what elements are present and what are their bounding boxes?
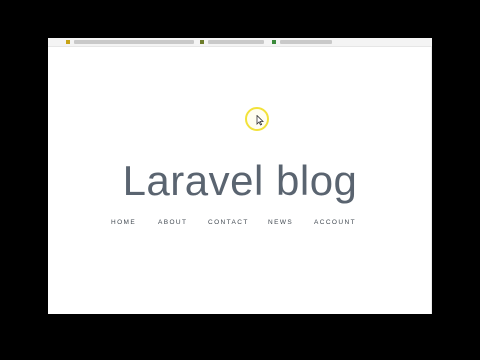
nav-contact-link[interactable]: CONTACT <box>208 217 249 229</box>
nav-account-link[interactable]: ACCOUNT <box>314 217 356 229</box>
site-title: Laravel blog <box>122 157 358 204</box>
bookmark-icon[interactable] <box>66 40 70 44</box>
bookmark-item[interactable] <box>74 40 194 44</box>
mouse-pointer-icon <box>256 115 264 126</box>
bookmark-icon[interactable] <box>272 40 276 44</box>
bookmark-icon[interactable] <box>200 40 204 44</box>
video-frame: Laravel blog HOME ABOUT CONTACT NEWS ACC… <box>0 0 480 360</box>
main-nav: HOME ABOUT CONTACT NEWS ACCOUNT <box>0 217 480 229</box>
nav-news-link[interactable]: NEWS <box>268 217 293 229</box>
nav-home-link[interactable]: HOME <box>111 217 136 229</box>
toolbar-divider <box>48 46 432 47</box>
bookmark-item[interactable] <box>280 40 332 44</box>
nav-about-link[interactable]: ABOUT <box>158 217 187 229</box>
bookmarks-bar <box>48 38 432 46</box>
bookmark-item[interactable] <box>208 40 264 44</box>
